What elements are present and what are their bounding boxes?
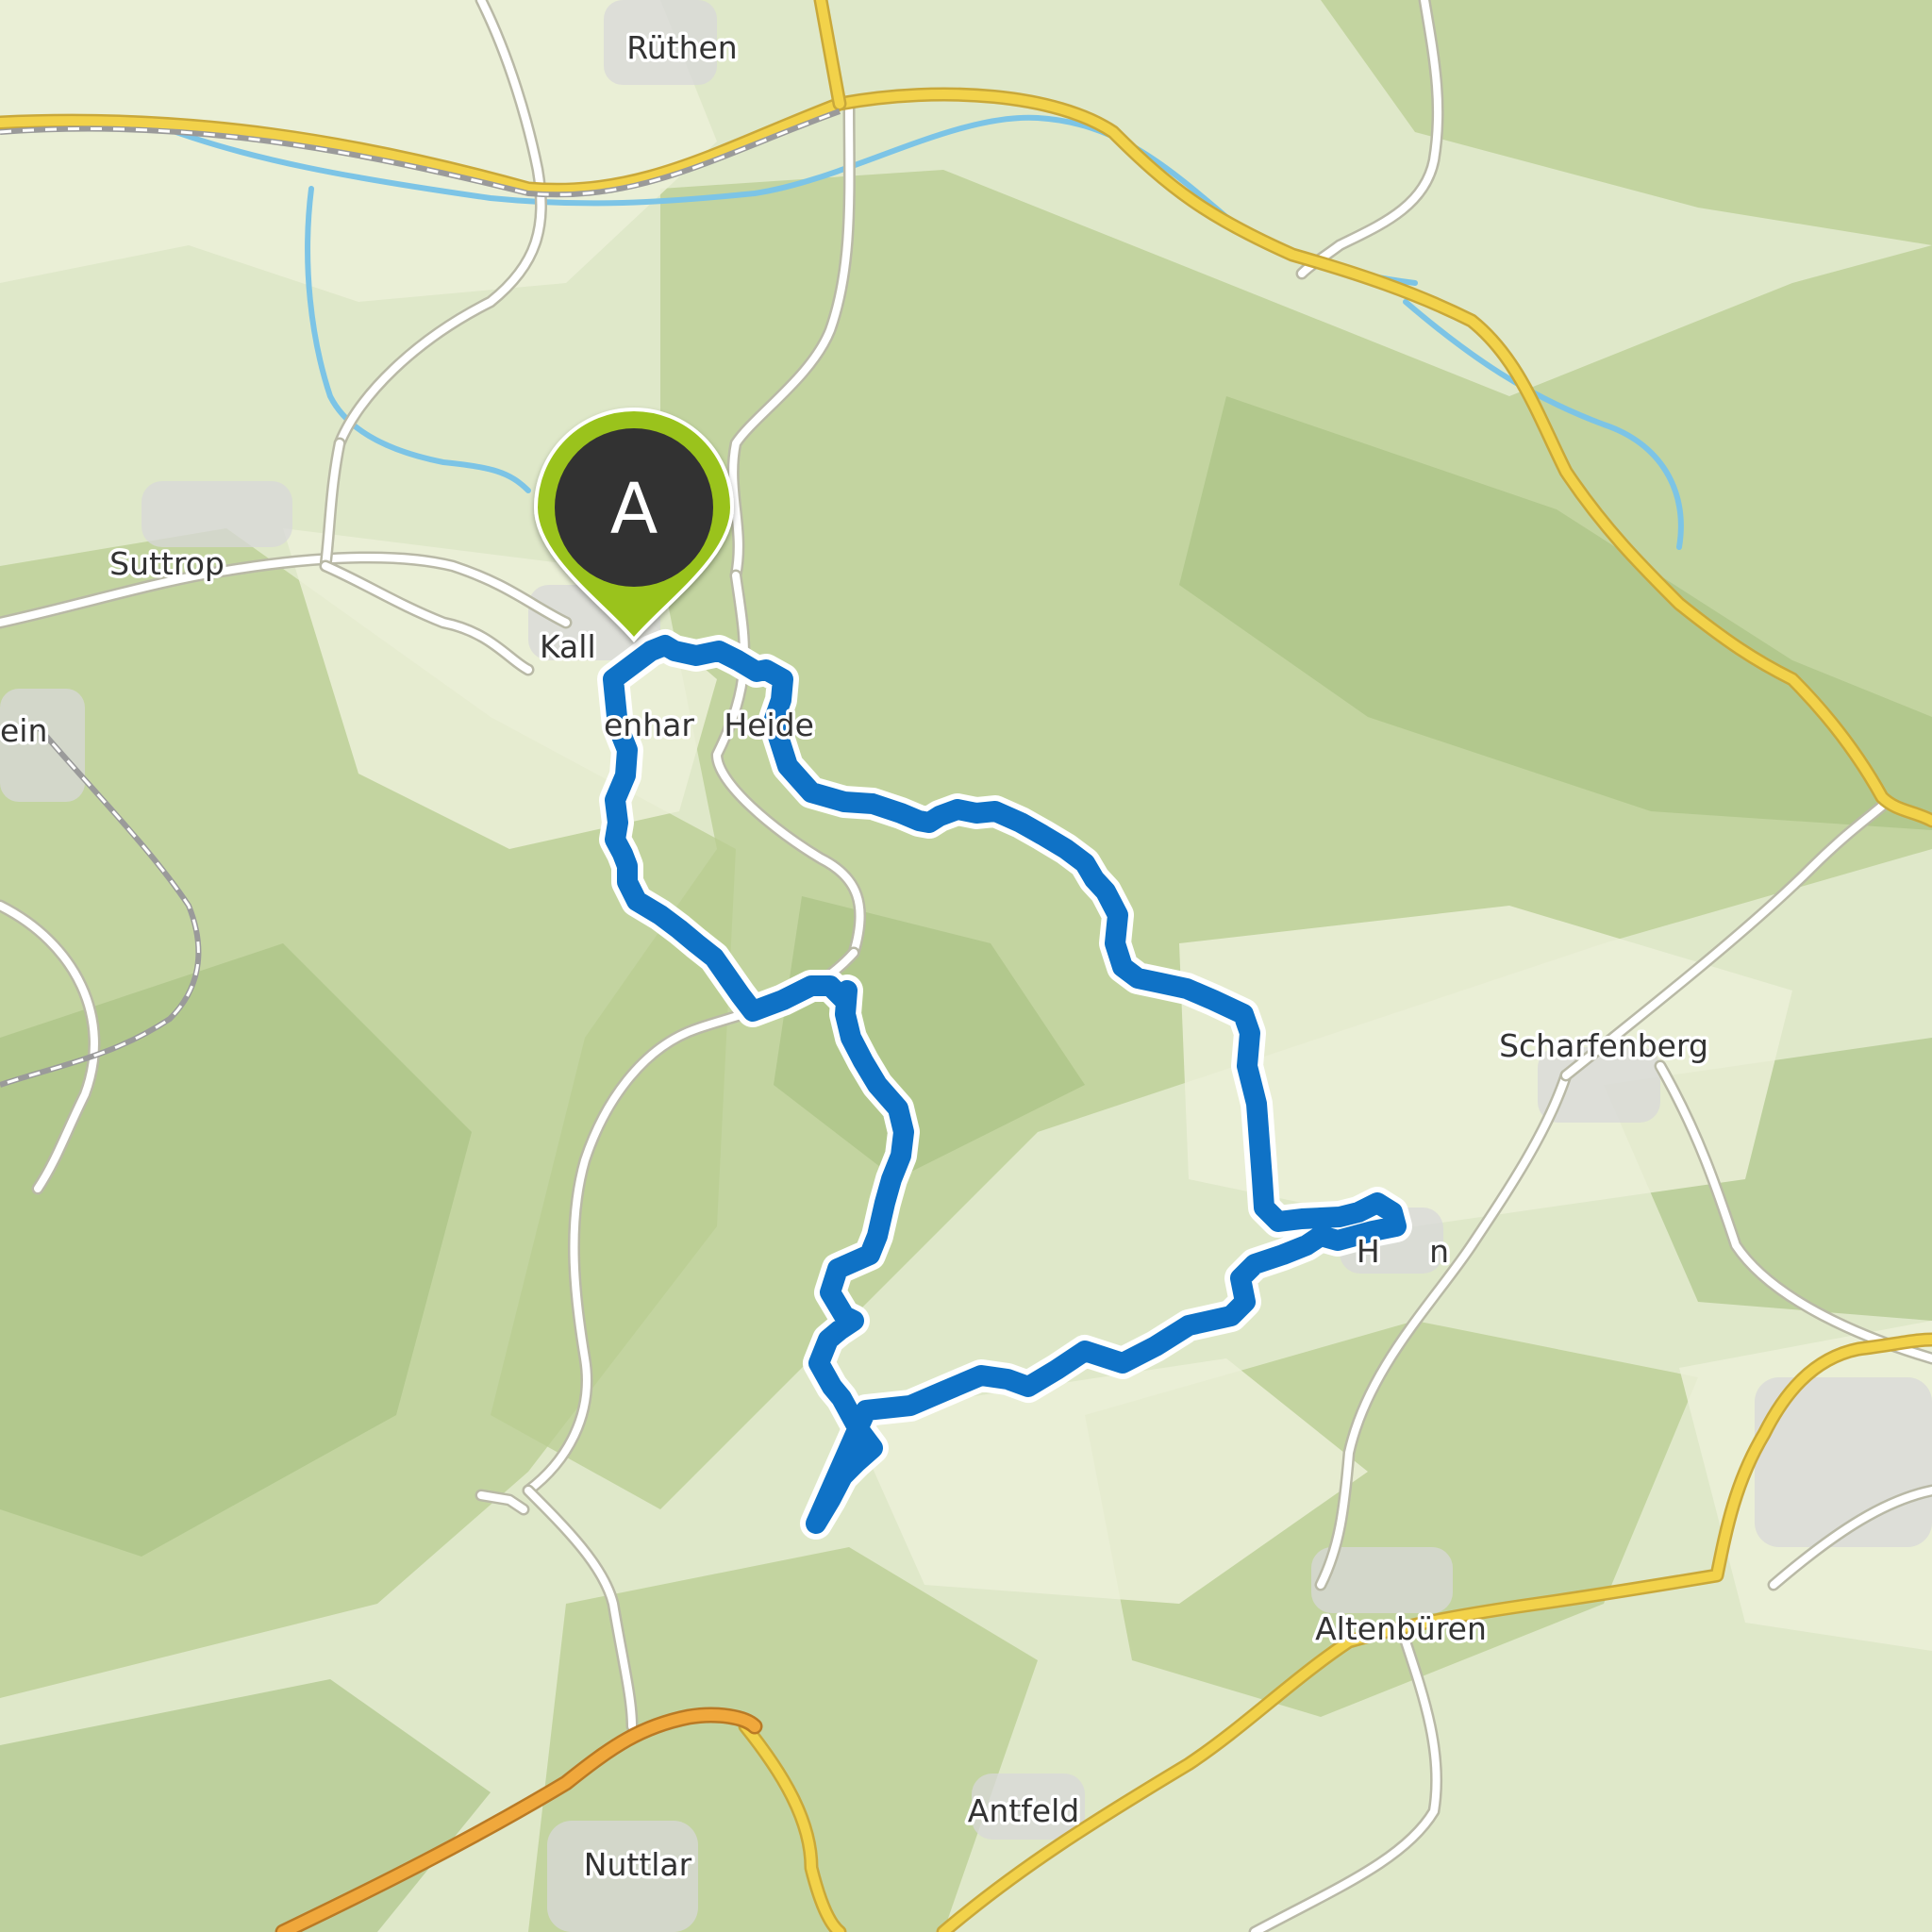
place-label-hemmern: H n bbox=[1357, 1233, 1449, 1270]
place-label-scharfenberg: Scharfenberg bbox=[1499, 1027, 1708, 1064]
place-label-ruethen: Rüthen bbox=[626, 29, 737, 66]
place-label-stein: ein bbox=[0, 712, 47, 749]
map-view[interactable]: Rüthen Suttrop Kall enhar Heide ein Scha… bbox=[0, 0, 1932, 1932]
place-label-antfeld: Antfeld bbox=[968, 1792, 1079, 1829]
map-canvas[interactable]: Rüthen Suttrop Kall enhar Heide ein Scha… bbox=[0, 0, 1932, 1932]
place-label-heide: enhar Heide bbox=[604, 707, 814, 743]
place-label-altenbueren: Altenbüren bbox=[1315, 1610, 1487, 1647]
place-label-nuttlar: Nuttlar bbox=[584, 1846, 692, 1883]
place-label-kallenhardt: Kall bbox=[540, 628, 596, 665]
place-label-suttrop: Suttrop bbox=[109, 545, 225, 582]
start-marker-label: A bbox=[610, 469, 658, 550]
